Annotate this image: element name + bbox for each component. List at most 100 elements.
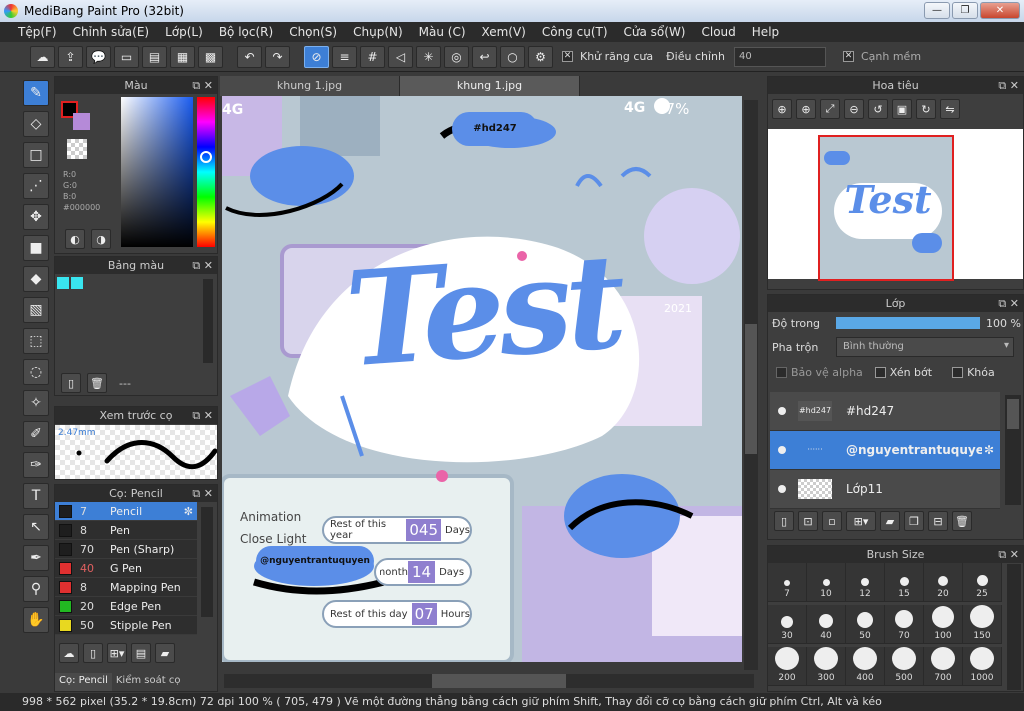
new-brush-icon[interactable]: ▯ [83,643,103,663]
hand-tool-icon[interactable]: ✋ [23,607,49,633]
brush-size-cell[interactable]: 100 [924,605,963,644]
menu-window[interactable]: Cửa sổ(W) [624,25,686,39]
fit-icon[interactable]: ⤢ [820,99,840,119]
maximize-button[interactable]: ❐ [952,2,978,19]
brush-settings-icon[interactable]: ▤ [131,643,151,663]
panel-float-close-icon[interactable]: ⧉ ✕ [998,546,1019,563]
brush-size-cell[interactable]: 150 [963,605,1002,644]
parallel-snap-icon[interactable]: ≡ [332,45,357,68]
eraser-tool-icon[interactable]: ◇ [23,111,49,137]
minimize-button[interactable]: — [924,2,950,19]
opacity-slider[interactable] [836,317,980,329]
menu-filter[interactable]: Bộ lọc(R) [219,25,273,39]
gear-icon[interactable]: ✼ [984,443,994,457]
palette-icon[interactable]: ◐ [65,229,85,249]
brush-size-cell[interactable]: 10 [807,563,846,602]
fill-rect-tool-icon[interactable]: ■ [23,235,49,261]
blend-select[interactable]: Bình thường ▾ [836,337,1014,357]
adjust-select[interactable]: 40 [733,46,826,67]
tab-document-2[interactable]: khung 1.jpg [400,76,580,96]
menu-select[interactable]: Chọn(S) [289,25,337,39]
new-layer-icon[interactable]: ▯ [774,511,794,531]
panel-float-close-icon[interactable]: ⧉ ✕ [192,485,213,502]
palette-color-cyan[interactable] [57,277,69,289]
navigator-preview[interactable]: Test [768,129,1023,281]
zoom-plus-icon[interactable]: ⊕ [796,99,816,119]
brush-size-cell[interactable]: 12 [846,563,885,602]
tab-brush[interactable]: Cọ: Pencil [55,673,112,691]
protect-alpha-checkbox[interactable] [776,366,787,378]
horizontal-scroll-thumb[interactable] [432,674,566,688]
horizontal-scrollbar[interactable] [224,674,754,688]
menu-tools[interactable]: Công cụ(T) [542,25,608,39]
operation-tool-icon[interactable]: ↖ [23,514,49,540]
layer-row-username[interactable]: ······ @nguyentrantuquyen ✼ [770,431,1000,470]
add-layer-menu-icon[interactable]: ⊞▾ [846,511,876,531]
brush-size-cell[interactable]: 20 [924,563,963,602]
lock-checkbox[interactable] [952,366,964,378]
vertical-scrollbar[interactable] [744,100,758,670]
vertical-scroll-thumb[interactable] [745,324,757,454]
brush-size-cell[interactable]: 25 [963,563,1002,602]
brush-row-pen-sharp[interactable]: 70 Pen (Sharp) [55,540,197,559]
saturation-value-picker[interactable] [121,97,193,247]
speech-bubble-icon[interactable]: 💬 [86,45,111,68]
merge-layer-icon[interactable]: ⊟ [928,511,948,531]
brush-size-cell[interactable]: 200 [768,647,807,686]
delete-palette-icon[interactable]: 🗑 [87,373,107,393]
comment-icon[interactable]: ▭ [114,45,139,68]
palette-scrollbar[interactable] [203,279,213,363]
brush-scrollbar[interactable] [201,507,213,617]
brush-size-cell[interactable]: 500 [885,647,924,686]
layer-row-hd247[interactable]: #hd247 #hd247 [770,392,1000,431]
brush-size-cell[interactable]: 15 [885,563,924,602]
gradient-tool-icon[interactable]: ▧ [23,297,49,323]
brush-size-cell[interactable]: 1000 [963,647,1002,686]
palette-color-cyan-2[interactable] [71,277,83,289]
select-tool-icon[interactable]: ⬚ [23,328,49,354]
grid-icon[interactable]: ▩ [198,45,223,68]
duplicate-layer-icon[interactable]: ❐ [904,511,924,531]
concentric-snap-icon[interactable]: ◎ [444,45,469,68]
brush-size-cell[interactable]: 30 [768,605,807,644]
new-1bit-layer-icon[interactable]: ▫ [822,511,842,531]
eye-icon[interactable] [778,485,786,493]
cloud-icon[interactable]: ☁ [30,45,55,68]
panel-float-close-icon[interactable]: ⧉ ✕ [998,77,1019,94]
tab-brush-control[interactable]: Kiểm soát cọ [112,673,185,691]
brush-size-cell[interactable]: 70 [885,605,924,644]
delete-layer-icon[interactable]: 🗑 [952,511,972,531]
antialias-checkbox[interactable]: ✕ [562,51,573,62]
magic-wand-tool-icon[interactable]: ✧ [23,390,49,416]
panel-float-close-icon[interactable]: ⧉ ✕ [192,77,213,94]
new-halftone-layer-icon[interactable]: ⊡ [798,511,818,531]
clip-checkbox[interactable] [874,366,886,378]
close-button[interactable]: ✕ [980,2,1020,19]
move-tool-icon[interactable]: ✥ [23,204,49,230]
menu-file[interactable]: Tệp(F) [18,25,57,39]
brush-size-cell[interactable]: 50 [846,605,885,644]
bucket-tool-icon[interactable]: ◆ [23,266,49,292]
brush-row-pencil[interactable]: 7 Pencil ✼ [55,502,197,521]
select-pen-tool-icon[interactable]: ✐ [23,421,49,447]
reset-view-icon[interactable]: ▣ [892,99,912,119]
brush-row-mapping-pen[interactable]: 8 Mapping Pen [55,578,197,597]
tab-document-1[interactable]: khung 1.jpg [220,76,400,96]
menu-help[interactable]: Help [752,25,779,39]
panel-float-close-icon[interactable]: ⧉ ✕ [192,257,213,274]
menu-layer[interactable]: Lớp(L) [165,25,203,39]
brush-tool-icon[interactable]: ✎ [23,80,49,106]
page-icon[interactable]: ▤ [142,45,167,68]
snap-off-icon[interactable]: ⊘ [304,45,329,68]
panel-float-close-icon[interactable]: ⧉ ✕ [192,407,213,424]
transparent-swatch[interactable] [67,139,87,159]
snap-settings-icon[interactable]: ⚙ [528,45,553,68]
brush-size-cell[interactable]: 300 [807,647,846,686]
divide-tool-icon[interactable]: ✒ [23,545,49,571]
smooth-checkbox[interactable]: ✕ [842,51,854,62]
brush-row-stipple-pen[interactable]: 50 Stipple Pen [55,616,197,635]
gear-icon[interactable]: ✼ [184,505,193,518]
background-color-swatch[interactable] [73,113,90,130]
hue-handle[interactable] [200,151,212,163]
brush-size-cell[interactable]: 700 [924,647,963,686]
